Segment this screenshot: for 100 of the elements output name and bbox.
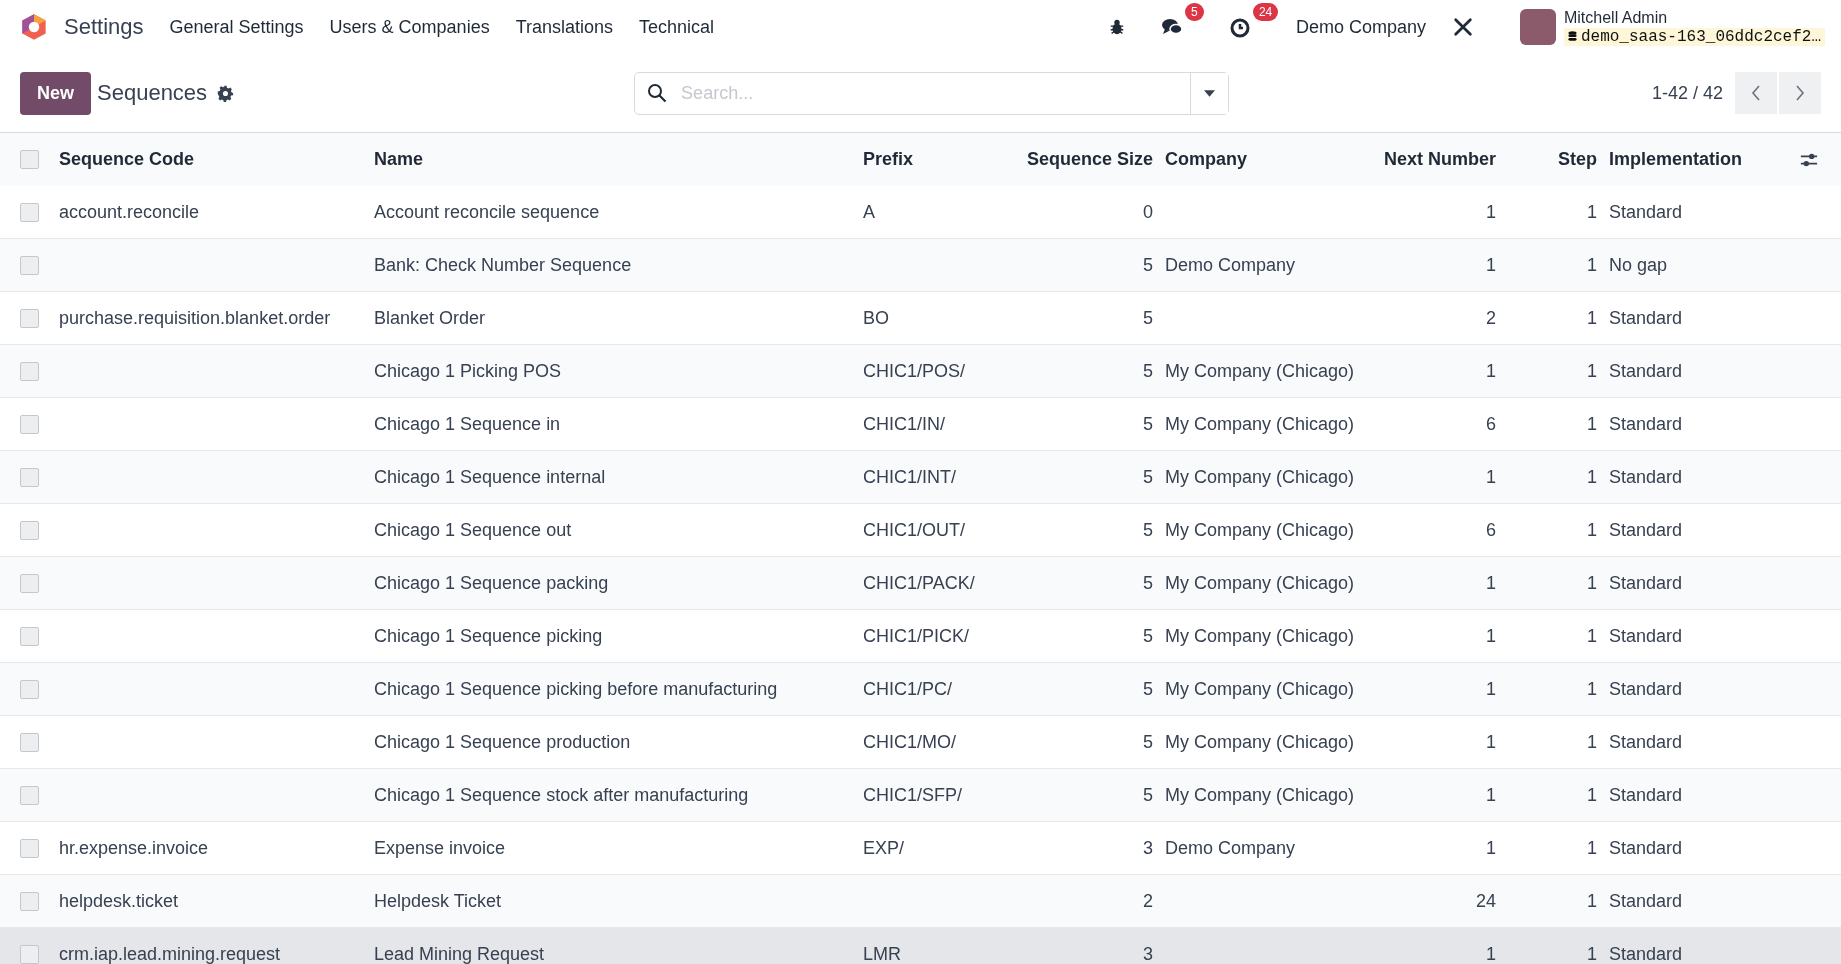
- table-row[interactable]: helpdesk.ticket Helpdesk Ticket 2 24 1 Standard: [0, 875, 1841, 928]
- step-cell: 1: [1587, 731, 1597, 753]
- previous-page-button[interactable]: [1735, 72, 1777, 114]
- company-cell: My Company (Chicago): [1165, 572, 1355, 594]
- column-header[interactable]: Sequence Size: [1026, 149, 1153, 170]
- next-number-cell: 1: [1486, 678, 1496, 700]
- prefix-cell: EXP/: [863, 837, 905, 859]
- page-title: Sequences: [97, 80, 208, 106]
- column-header[interactable]: Step: [1558, 149, 1597, 170]
- menu-item[interactable]: Users & Companies: [329, 16, 490, 38]
- app-name[interactable]: Settings: [64, 14, 144, 40]
- step-cell: 1: [1587, 625, 1597, 647]
- name-cell: Chicago 1 Sequence internal: [374, 466, 606, 488]
- search-options-button[interactable]: [1190, 72, 1229, 114]
- sequence-code-cell: account.reconcile: [59, 201, 200, 223]
- search-bar[interactable]: Search...: [634, 71, 1230, 115]
- implementation-cell: No gap: [1609, 254, 1668, 276]
- implementation-cell: Standard: [1609, 572, 1683, 594]
- table-row[interactable]: Chicago 1 Sequence picking before manufacturing CHIC1/PC/ 5 My Company (Chicago) 1 1 Standard: [0, 663, 1841, 716]
- prefix-cell: CHIC1/INT/: [863, 466, 956, 488]
- name-cell: Chicago 1 Sequence picking before manufacturing: [374, 678, 778, 700]
- row-checkbox[interactable]: [20, 679, 39, 699]
- company-cell: My Company (Chicago): [1165, 731, 1355, 753]
- company-cell: My Company (Chicago): [1165, 784, 1355, 806]
- step-cell: 1: [1587, 678, 1597, 700]
- name-cell: Chicago 1 Sequence stock after manufacturing: [374, 784, 749, 806]
- row-checkbox[interactable]: [20, 202, 39, 222]
- sequence-size-cell: 5: [1143, 360, 1153, 382]
- next-page-button[interactable]: [1779, 72, 1821, 114]
- row-checkbox[interactable]: [20, 573, 39, 593]
- gear-icon[interactable]: [217, 84, 235, 102]
- name-cell: Chicago 1 Sequence packing: [374, 572, 609, 594]
- implementation-cell: Standard: [1609, 678, 1683, 700]
- table-row[interactable]: Chicago 1 Picking POS CHIC1/POS/ 5 My Company (Chicago) 1 1 Standard: [0, 345, 1841, 398]
- table-row[interactable]: Chicago 1 Sequence stock after manufacturing CHIC1/SFP/ 5 My Company (Chicago) 1 1 Standard: [0, 769, 1841, 822]
- column-header[interactable]: Name: [374, 149, 424, 170]
- menu-item[interactable]: Technical: [639, 16, 715, 38]
- user-name[interactable]: Mitchell Admin: [1563, 8, 1825, 27]
- row-checkbox[interactable]: [20, 308, 39, 328]
- name-cell: Chicago 1 Sequence production: [374, 731, 631, 753]
- step-cell: 1: [1587, 943, 1597, 964]
- row-checkbox[interactable]: [20, 838, 39, 858]
- implementation-cell: Standard: [1609, 837, 1683, 859]
- column-header[interactable]: Next Number: [1383, 149, 1496, 170]
- select-all-checkbox[interactable]: [20, 150, 39, 169]
- name-cell: Bank: Check Number Sequence: [374, 254, 632, 276]
- next-number-cell: 6: [1486, 413, 1496, 435]
- sequence-size-cell: 5: [1143, 519, 1153, 541]
- sequence-size-cell: 5: [1143, 254, 1153, 276]
- row-checkbox[interactable]: [20, 361, 39, 381]
- table-row[interactable]: Bank: Check Number Sequence 5 Demo Company 1 1 No gap: [0, 239, 1841, 292]
- implementation-cell: Standard: [1609, 943, 1683, 964]
- row-checkbox[interactable]: [20, 255, 39, 275]
- step-cell: 1: [1587, 837, 1597, 859]
- row-checkbox[interactable]: [20, 891, 39, 911]
- database-label: demo_saas-163_06ddc2cef2…: [1580, 27, 1821, 46]
- menu-item[interactable]: Translations: [515, 16, 613, 38]
- table-row[interactable]: crm.iap.lead.mining.request Lead Mining Request LMR 3 1 1 Standard: [0, 928, 1841, 964]
- activity-count-badge: 24: [1252, 3, 1279, 21]
- row-checkbox[interactable]: [20, 626, 39, 646]
- new-button[interactable]: New: [20, 71, 91, 115]
- sequence-size-cell: 2: [1143, 890, 1153, 912]
- implementation-cell: Standard: [1609, 360, 1683, 382]
- prefix-cell: CHIC1/OUT/: [863, 519, 965, 541]
- column-header[interactable]: Prefix: [863, 149, 914, 170]
- chevron-left-icon: [1751, 85, 1761, 101]
- table-row[interactable]: Chicago 1 Sequence packing CHIC1/PACK/ 5 My Company (Chicago) 1 1 Standard: [0, 557, 1841, 610]
- row-checkbox[interactable]: [20, 785, 39, 805]
- row-checkbox[interactable]: [20, 944, 39, 964]
- sequence-size-cell: 0: [1143, 201, 1153, 223]
- column-header[interactable]: Company: [1165, 149, 1247, 170]
- next-number-cell: 1: [1486, 784, 1496, 806]
- pager-value[interactable]: 1-42 / 42: [1651, 82, 1723, 104]
- name-cell: Lead Mining Request: [374, 943, 545, 964]
- step-cell: 1: [1587, 466, 1597, 488]
- company-cell: Demo Company: [1165, 254, 1296, 276]
- table-row[interactable]: Chicago 1 Sequence internal CHIC1/INT/ 5 My Company (Chicago) 1 1 Standard: [0, 451, 1841, 504]
- row-checkbox[interactable]: [20, 467, 39, 487]
- row-checkbox[interactable]: [20, 732, 39, 752]
- company-switcher[interactable]: Demo Company: [1295, 16, 1426, 38]
- company-cell: My Company (Chicago): [1165, 413, 1355, 435]
- app-logo-icon[interactable]: [20, 13, 48, 41]
- next-number-cell: 1: [1486, 625, 1496, 647]
- name-cell: Account reconcile sequence: [374, 201, 600, 223]
- prefix-cell: LMR: [863, 943, 901, 964]
- prefix-cell: CHIC1/SFP/: [863, 784, 963, 806]
- step-cell: 1: [1587, 572, 1597, 594]
- sequence-size-cell: 3: [1143, 943, 1153, 964]
- user-avatar[interactable]: [1519, 9, 1556, 45]
- prefix-cell: A: [863, 201, 875, 223]
- row-checkbox[interactable]: [20, 520, 39, 540]
- company-cell: My Company (Chicago): [1165, 678, 1355, 700]
- column-header[interactable]: Implementation: [1609, 149, 1742, 170]
- row-checkbox[interactable]: [20, 414, 39, 434]
- sequence-code-cell: crm.iap.lead.mining.request: [59, 943, 281, 964]
- company-cell: My Company (Chicago): [1165, 466, 1355, 488]
- sequence-size-cell: 5: [1143, 413, 1153, 435]
- menu-item[interactable]: General Settings: [169, 16, 304, 38]
- sequence-size-cell: 5: [1143, 572, 1153, 594]
- column-header[interactable]: Sequence Code: [59, 149, 195, 170]
